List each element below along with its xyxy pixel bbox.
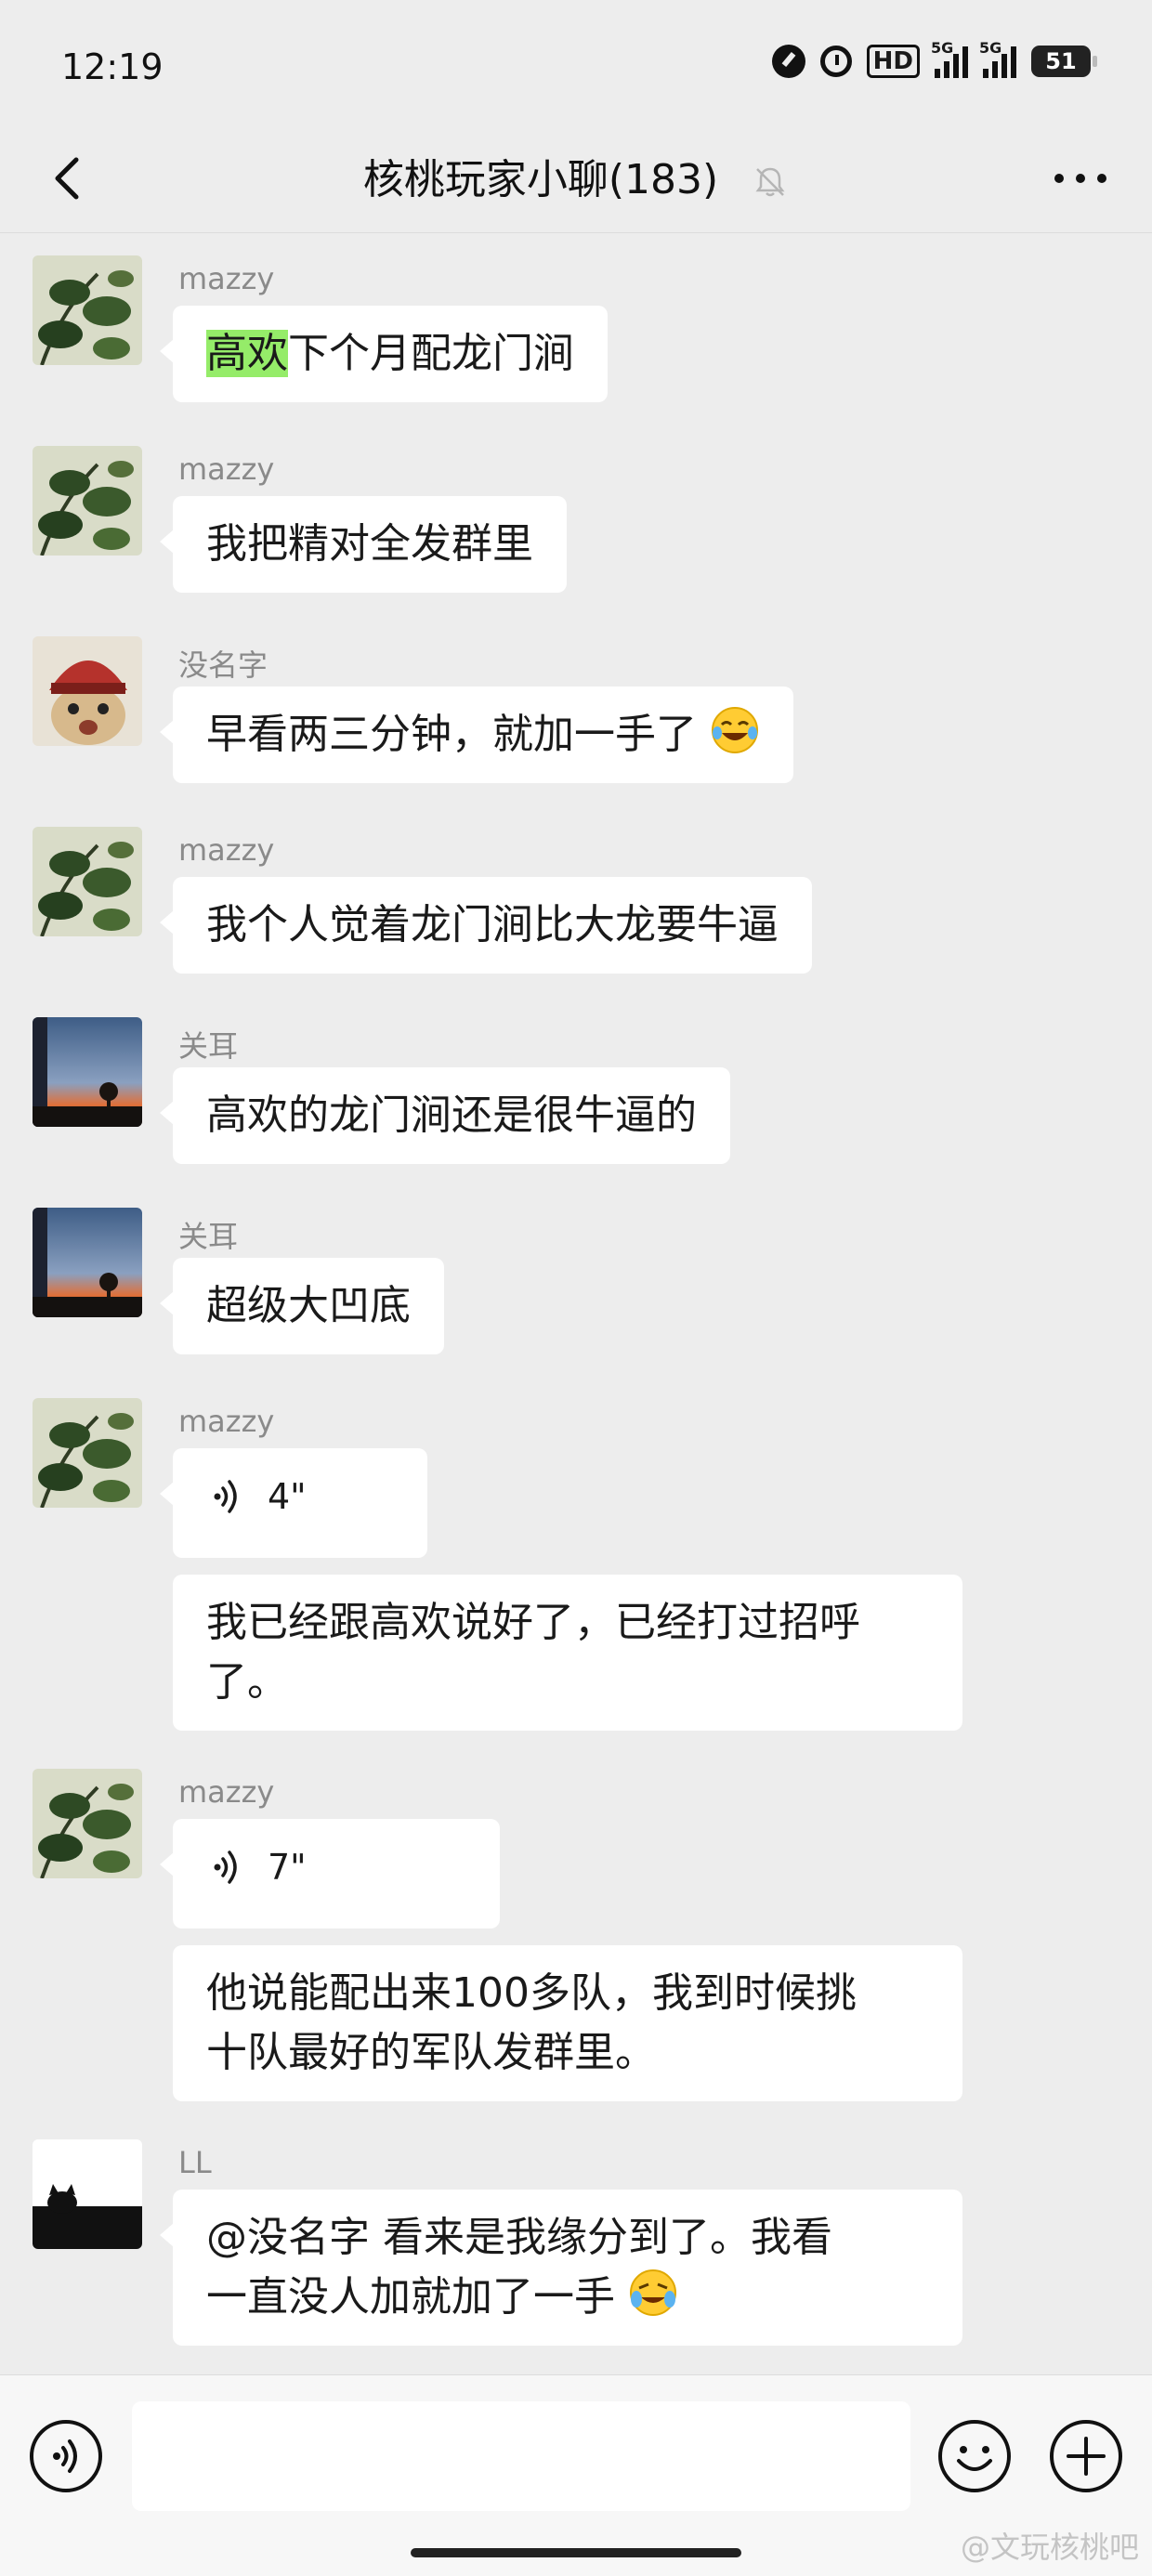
message-list[interactable]: mazzy 高欢下个月配龙门涧 mazzy 我把精对全发群里 没名字 早看两三分…	[0, 233, 1152, 2374]
voice-toggle-icon	[30, 2420, 102, 2492]
voice-wave-icon	[214, 1850, 237, 1884]
voice-duration: 7"	[268, 1847, 307, 1888]
avatar[interactable]	[33, 1208, 142, 1317]
voice-row: 4"	[206, 1467, 394, 1526]
plant-avatar-image	[33, 446, 142, 556]
message-bubble[interactable]: 他说能配出来100多队，我到时候挑 十队最好的军队发群里。	[173, 1945, 962, 2101]
emoji-button[interactable]	[936, 2418, 1013, 2494]
plus-button[interactable]	[1048, 2418, 1124, 2494]
message-text: 我把精对全发群里	[206, 520, 533, 568]
message-bubble[interactable]: @没名字 看来是我缘分到了。我看 一直没人加就加了一手	[160, 2190, 962, 2346]
more-button[interactable]	[1048, 149, 1113, 214]
sender-name: 没名字	[178, 647, 268, 683]
message-text-line: 了。	[206, 1658, 288, 1706]
chat-title: 核桃玩家小聊(183)	[0, 143, 1152, 217]
sender-name: LL	[178, 2145, 212, 2180]
cat-silhouette-avatar-image	[33, 2139, 142, 2249]
input-bar: @文玩核桃吧	[0, 2374, 1152, 2576]
voice-message-bubble[interactable]: 4"	[160, 1448, 427, 1558]
sender-name: mazzy	[178, 832, 275, 868]
plus-icon	[1050, 2420, 1122, 2492]
hamster-avatar-image	[33, 636, 142, 746]
voice-row: 7"	[206, 1837, 466, 1897]
avatar[interactable]	[33, 2139, 142, 2249]
signal-icon: 5G	[931, 39, 968, 78]
message-bubble[interactable]: 高欢的龙门涧还是很牛逼的	[160, 1067, 730, 1164]
message-text-line: 他说能配出来100多队，我到时候挑	[206, 1969, 857, 2017]
message-text: 超级大凹底	[206, 1282, 411, 1329]
message-text: 早看两三分钟，就加一手了	[206, 711, 697, 758]
battery-icon: 51	[1031, 46, 1097, 77]
avatar[interactable]	[33, 1017, 142, 1127]
voice-toggle-button[interactable]	[28, 2418, 104, 2494]
laughing-tears-emoji	[712, 707, 758, 753]
status-time: 12:19	[61, 46, 164, 87]
avatar[interactable]	[33, 255, 142, 365]
message-bubble[interactable]: 高欢下个月配龙门涧	[160, 306, 608, 402]
watermark: @文玩核桃吧	[960, 2530, 1139, 2565]
message-bubble[interactable]: 我已经跟高欢说好了，已经打过招呼 了。	[173, 1575, 962, 1731]
plant-avatar-image	[33, 255, 142, 365]
plant-avatar-image	[33, 1398, 142, 1508]
chat-title-text: 核桃玩家小聊(183)	[362, 156, 719, 203]
hd-icon: HD	[866, 45, 920, 78]
status-bar: 12:19 HD 5G 5G 51	[0, 0, 1152, 130]
voice-message-bubble[interactable]: 7"	[160, 1819, 500, 1929]
status-icons: HD 5G 5G 51	[771, 39, 1097, 78]
message-bubble[interactable]: 我个人觉着龙门涧比大龙要牛逼	[160, 877, 812, 974]
sunset-avatar-image	[33, 1208, 142, 1317]
message-text-line: 一直没人加就加了一手	[206, 2273, 615, 2321]
emoji-icon	[938, 2420, 1011, 2492]
voice-duration: 4"	[268, 1476, 307, 1517]
crying-laughing-emoji	[630, 2269, 676, 2316]
highlighted-text: 高欢	[206, 330, 288, 377]
more-dots-icon	[1054, 174, 1106, 183]
message-bubble[interactable]: 我把精对全发群里	[160, 496, 567, 593]
avatar[interactable]	[33, 1398, 142, 1508]
message-text-line: 十队最好的军队发群里。	[206, 2029, 656, 2076]
message-text: 下个月配龙门涧	[288, 330, 574, 377]
message-text: 我个人觉着龙门涧比大龙要牛逼	[206, 901, 779, 948]
network-type-label: 5G	[979, 39, 1002, 57]
message-bubble[interactable]: 早看两三分钟，就加一手了	[160, 686, 793, 783]
speedometer-icon	[771, 45, 805, 78]
avatar[interactable]	[33, 636, 142, 746]
sender-name: 关耳	[178, 1219, 239, 1254]
avatar[interactable]	[33, 827, 142, 936]
alarm-icon	[819, 46, 852, 77]
sender-name: mazzy	[178, 451, 275, 487]
sender-name: mazzy	[178, 1774, 275, 1810]
plant-avatar-image	[33, 827, 142, 936]
network-type-label: 5G	[931, 39, 954, 57]
sender-name: 关耳	[178, 1028, 239, 1064]
mute-bell-icon	[755, 167, 785, 197]
avatar[interactable]	[33, 1769, 142, 1878]
plant-avatar-image	[33, 1769, 142, 1878]
sender-name: mazzy	[178, 261, 275, 296]
sunset-avatar-image	[33, 1017, 142, 1127]
message-bubble[interactable]: 超级大凹底	[160, 1258, 444, 1354]
message-text-line: 我已经跟高欢说好了，已经打过招呼	[206, 1599, 860, 1646]
signal-icon: 5G	[979, 39, 1016, 78]
message-text-line: @没名字 看来是我缘分到了。我看	[206, 2214, 832, 2261]
voice-wave-icon	[214, 1480, 237, 1513]
sender-name: mazzy	[178, 1404, 275, 1439]
chat-header: 核桃玩家小聊(183)	[0, 130, 1152, 233]
avatar[interactable]	[33, 446, 142, 556]
message-input[interactable]	[132, 2401, 910, 2511]
message-text: 高欢的龙门涧还是很牛逼的	[206, 1092, 697, 1139]
home-indicator[interactable]	[411, 2548, 741, 2557]
